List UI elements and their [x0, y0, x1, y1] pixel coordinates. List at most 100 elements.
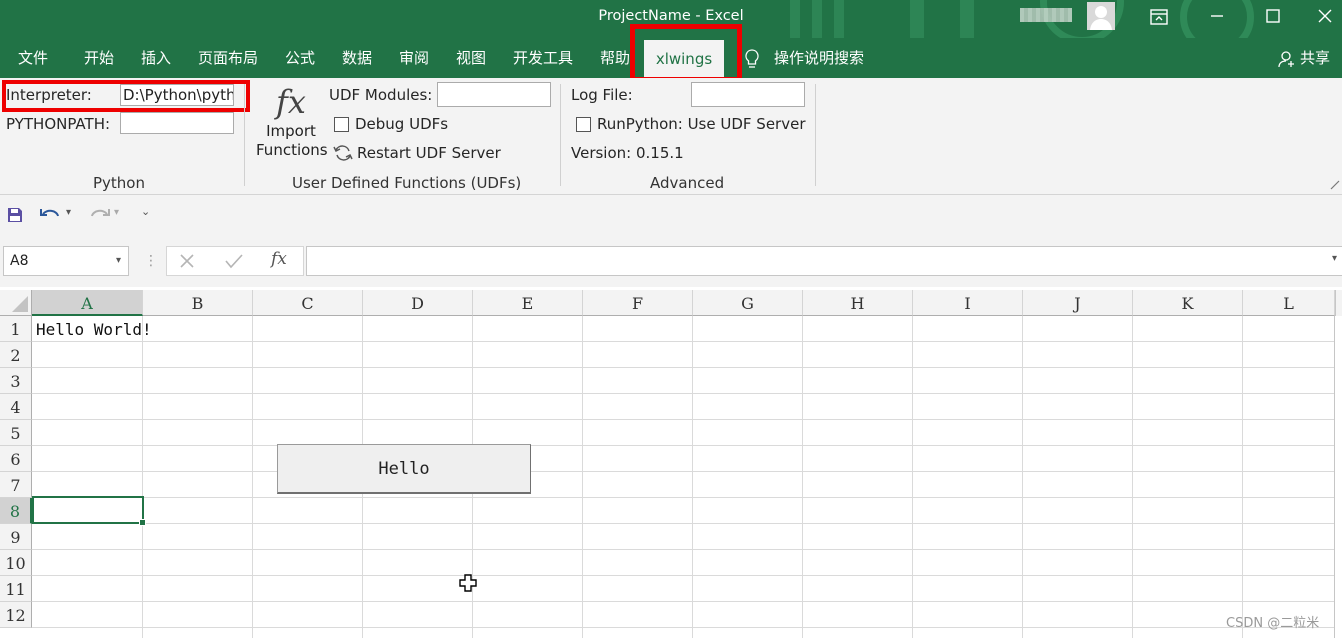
restart-udf-server-button[interactable]: Restart UDF Server: [357, 144, 501, 162]
enter-icon[interactable]: [225, 253, 243, 273]
tab-help[interactable]: 帮助: [600, 47, 630, 68]
hello-button[interactable]: Hello: [277, 444, 531, 494]
select-all-corner[interactable]: [0, 290, 32, 316]
fx-icon: fx: [276, 83, 306, 121]
tab-developer[interactable]: 开发工具: [513, 47, 573, 68]
tab-view[interactable]: 视图: [456, 47, 486, 68]
tab-insert[interactable]: 插入: [141, 47, 171, 68]
scrollbar-stub[interactable]: [1335, 290, 1342, 316]
row-header-7[interactable]: 7: [0, 472, 32, 498]
row-header-4[interactable]: 4: [0, 394, 32, 420]
version-label: Version: 0.15.1: [571, 144, 684, 162]
udf-modules-label: UDF Modules:: [329, 86, 433, 104]
tell-me-search[interactable]: 操作说明搜索: [774, 47, 864, 68]
runpython-udf-label: RunPython: Use UDF Server: [597, 115, 806, 133]
log-file-input[interactable]: [691, 82, 805, 107]
watermark: CSDN @二粒米: [1226, 616, 1320, 631]
row-header-6[interactable]: 6: [0, 446, 32, 472]
gridlines: [32, 316, 1335, 638]
drag-handle-icon[interactable]: ⋮: [144, 253, 158, 269]
column-header-i[interactable]: I: [913, 290, 1023, 316]
runpython-udf-checkbox[interactable]: [576, 117, 591, 132]
tab-review[interactable]: 审阅: [399, 47, 429, 68]
fill-handle[interactable]: [139, 519, 146, 526]
formula-input[interactable]: [306, 246, 1342, 276]
column-header-e[interactable]: E: [473, 290, 583, 316]
formula-buttons: fx: [166, 246, 304, 276]
pythonpath-label: PYTHONPATH:: [6, 115, 111, 133]
row-header-10[interactable]: 10: [0, 550, 32, 576]
collapse-ribbon-icon[interactable]: [1330, 178, 1340, 194]
cancel-icon[interactable]: [179, 253, 195, 273]
window-title: ProjectName - Excel: [598, 8, 744, 24]
row-header-11[interactable]: 11: [0, 576, 32, 602]
redo-icon[interactable]: [88, 207, 110, 227]
import-label: Import: [266, 122, 316, 140]
tab-formulas[interactable]: 公式: [285, 47, 315, 68]
cell-a1[interactable]: Hello World!: [36, 320, 152, 339]
user-name-blurred: [1020, 8, 1072, 22]
customize-toolbar-icon[interactable]: ⌄: [141, 205, 150, 218]
refresh-icon[interactable]: [333, 144, 353, 166]
xlwings-tab-highlight: [630, 24, 742, 82]
ribbon-display-icon[interactable]: [1144, 4, 1174, 30]
share-icon: [1278, 50, 1296, 72]
insert-function-icon[interactable]: fx: [271, 249, 287, 269]
pythonpath-input[interactable]: [120, 112, 234, 134]
tab-home[interactable]: 开始: [84, 47, 114, 68]
column-header-h[interactable]: H: [803, 290, 913, 316]
undo-icon[interactable]: [40, 207, 62, 227]
column-header-d[interactable]: D: [363, 290, 473, 316]
column-header-l[interactable]: L: [1243, 290, 1335, 316]
log-file-label: Log File:: [571, 86, 633, 104]
save-icon[interactable]: [7, 207, 23, 227]
ribbon: Interpreter: D:\Python\pyth PYTHONPATH: …: [0, 78, 1342, 195]
tab-file[interactable]: 文件: [18, 47, 48, 68]
worksheet-grid[interactable]: A B C D E F G H I J K L 1 2 3 4 5 6 7 8 …: [0, 290, 1342, 638]
group-separator: [560, 84, 561, 186]
column-header-a[interactable]: A: [32, 290, 143, 316]
name-box-value: A8: [10, 253, 29, 269]
column-header-j[interactable]: J: [1023, 290, 1133, 316]
selected-cell-a8[interactable]: [32, 496, 146, 526]
avatar[interactable]: [1087, 2, 1115, 30]
row-header-12[interactable]: 12: [0, 602, 32, 628]
debug-udfs-checkbox[interactable]: [334, 117, 349, 132]
column-header-b[interactable]: B: [143, 290, 253, 316]
lightbulb-icon: [744, 49, 760, 73]
name-box[interactable]: A8 ▾: [3, 246, 129, 276]
row-header-3[interactable]: 3: [0, 368, 32, 394]
group-label-advanced: Advanced: [650, 174, 725, 192]
group-separator: [815, 84, 816, 186]
row-header-8[interactable]: 8: [0, 498, 32, 524]
group-label-udfs: User Defined Functions (UDFs): [292, 174, 522, 192]
redo-dropdown-icon[interactable]: ▾: [114, 207, 119, 218]
share-button[interactable]: 共享: [1300, 47, 1330, 68]
row-header-5[interactable]: 5: [0, 420, 32, 446]
row-header-2[interactable]: 2: [0, 342, 32, 368]
chevron-down-icon[interactable]: ▾: [116, 247, 121, 275]
column-header-c[interactable]: C: [253, 290, 363, 316]
row-header-9[interactable]: 9: [0, 524, 32, 550]
import-functions-button[interactable]: fx Import Functions: [256, 82, 328, 168]
column-header-g[interactable]: G: [693, 290, 803, 316]
group-label-python: Python: [93, 174, 145, 192]
formula-bar: A8 ▾ ⋮ fx ▾: [0, 235, 1342, 287]
ribbon-tab-bar: 文件 开始 插入 页面布局 公式 数据 审阅 视图 开发工具 帮助 xlwing…: [0, 24, 1342, 82]
interpreter-highlight: [2, 80, 250, 112]
close-icon[interactable]: [1310, 4, 1340, 30]
maximize-icon[interactable]: [1258, 4, 1288, 30]
undo-dropdown-icon[interactable]: ▾: [66, 207, 71, 218]
column-header-f[interactable]: F: [583, 290, 693, 316]
group-separator: [244, 84, 245, 186]
quick-access-toolbar: ▾ ▾ ⌄: [0, 195, 1342, 235]
expand-formula-icon[interactable]: ▾: [1332, 253, 1337, 264]
row-header-1[interactable]: 1: [0, 316, 32, 342]
functions-label: Functions: [256, 141, 328, 159]
tab-page-layout[interactable]: 页面布局: [198, 47, 258, 68]
minimize-icon[interactable]: [1202, 4, 1232, 30]
column-header-k[interactable]: K: [1133, 290, 1243, 316]
cell-cursor-icon: [459, 574, 477, 596]
udf-modules-input[interactable]: [437, 82, 551, 107]
tab-data[interactable]: 数据: [342, 47, 372, 68]
